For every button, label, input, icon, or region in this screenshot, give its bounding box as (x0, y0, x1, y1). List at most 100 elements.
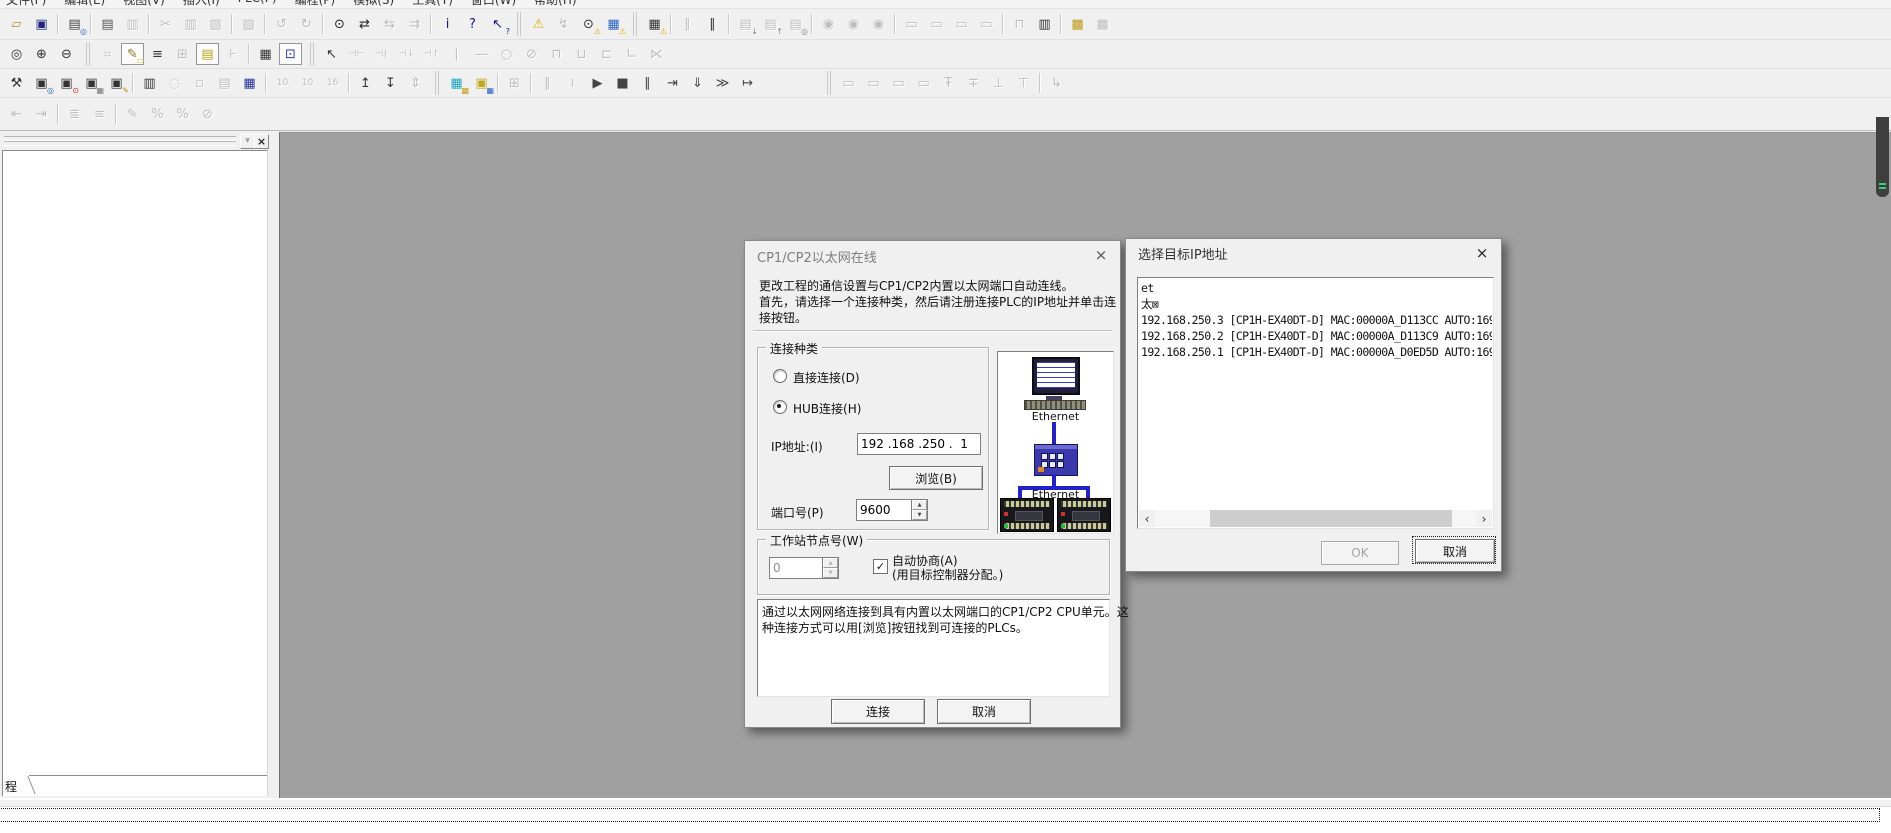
find-icon[interactable]: ⊙ (328, 13, 351, 35)
pause-icon[interactable]: ∥ (701, 13, 724, 35)
vertical-line-icon[interactable]: ∣ (445, 43, 468, 65)
menu-item[interactable]: 插入(I) (183, 0, 220, 8)
grid-style-2-icon[interactable]: ∓ (962, 72, 985, 94)
line-corner-icon[interactable]: ∟ (620, 43, 643, 65)
toggle-address-window-icon[interactable]: ▣▦ (80, 72, 103, 94)
monitor-window-3-icon[interactable]: ◉ (867, 13, 890, 35)
menu-item[interactable]: 窗口(W) (471, 0, 516, 8)
info-icon[interactable]: i (436, 13, 459, 35)
tree-view-icon[interactable]: ⊦ (221, 43, 244, 65)
coil-nc-icon[interactable]: ⊘ (520, 43, 543, 65)
style-tool-4-icon[interactable]: ⊘ (196, 103, 219, 125)
spin-up-icon[interactable]: ▲ (823, 558, 838, 568)
ip-list-entry[interactable]: 192.168.250.2 [CP1H-EX40DT-D] MAC:00000A… (1139, 328, 1492, 344)
sim-run-icon[interactable]: ▶ (586, 72, 609, 94)
auto-negotiate-checkbox[interactable]: ✓ (873, 559, 888, 574)
ladder-view-icon[interactable]: ⊡ (279, 43, 302, 65)
grid-style-1-icon[interactable]: Ŧ (937, 72, 960, 94)
menu-item[interactable]: PLC(P) (238, 0, 277, 8)
print-preview-icon[interactable]: ▥ (121, 13, 144, 35)
block-left-icon[interactable]: ⇤ (5, 103, 28, 125)
paste-icon[interactable]: ▨ (204, 13, 227, 35)
format-decimal-icon[interactable]: 10 (271, 72, 294, 94)
contact-nc-icon[interactable]: ⊣∤ (370, 43, 393, 65)
return-connector-icon[interactable]: ↳ (1045, 72, 1068, 94)
transfer-simulator-icon[interactable]: ▣▦ (470, 72, 493, 94)
grid-icon[interactable]: ⌗ (96, 43, 119, 65)
menu-item[interactable]: 帮助(H) (534, 0, 576, 8)
delete-line-icon[interactable]: ⋉ (645, 43, 668, 65)
open-file-icon[interactable]: ▱ (5, 13, 28, 35)
ip-list-entry[interactable]: 太⊠ (1139, 296, 1492, 312)
compare-with-plc-icon[interactable]: ▤◎ (784, 13, 807, 35)
rung-comment-icon[interactable]: ✎▭ (121, 43, 144, 65)
io-rack-4-icon[interactable]: ▭ (975, 13, 998, 35)
ip-list-entry[interactable]: 192.168.250.3 [CP1H-EX40DT-D] MAC:00000A… (1139, 312, 1492, 328)
save-icon[interactable]: ▣ (30, 13, 53, 35)
network-style-4-icon[interactable]: ▭ (912, 72, 935, 94)
panel-drag-handle[interactable] (4, 141, 236, 146)
force-on-icon[interactable]: ↥ (354, 72, 377, 94)
io-rack-3-icon[interactable]: ▭ (950, 13, 973, 35)
toggle-xref-window-icon[interactable]: ▣⊙ (55, 72, 78, 94)
find-next-icon[interactable]: ⇉ (403, 13, 426, 35)
coil-icon[interactable]: ○ (495, 43, 518, 65)
address-reference-icon[interactable]: ▤ (213, 72, 236, 94)
ip-list-entry[interactable]: 192.168.250.1 [CP1H-EX40DT-D] MAC:00000A… (1139, 344, 1492, 360)
menu-item[interactable]: 编辑(E) (64, 0, 105, 8)
project-tree-area[interactable] (2, 150, 268, 777)
differential-monitor-icon[interactable]: ⊞ (503, 72, 526, 94)
panel-close-button[interactable]: × (254, 134, 269, 149)
style-tool-3-icon[interactable]: % (171, 103, 194, 125)
spin-up-icon[interactable]: ▲ (912, 500, 927, 510)
contact-no-icon[interactable]: ⊣⊢ (345, 43, 368, 65)
instruction-box-icon[interactable]: ⊓ (545, 43, 568, 65)
scroll-right-button[interactable]: › (1476, 510, 1492, 527)
cancel-button[interactable]: 取消 (1415, 539, 1495, 563)
menu-item[interactable]: 视图(V) (123, 0, 165, 8)
style-tool-2-icon[interactable]: % (146, 103, 169, 125)
work-online-simulator-icon[interactable]: ▦▩ (445, 72, 468, 94)
network-style-1-icon[interactable]: ▭ (837, 72, 860, 94)
radio-direct-label[interactable]: 直接连接(D) (793, 369, 860, 386)
monitor-window-1-icon[interactable]: ◉ (817, 13, 840, 35)
contact-or-nc-icon[interactable]: ⊣↾ (420, 43, 443, 65)
mnemonic-insert-icon[interactable]: ▥ (138, 72, 161, 94)
node-number-input[interactable] (769, 557, 822, 579)
monitor-box-icon[interactable]: ⊞ (171, 43, 194, 65)
io-comment-icon[interactable]: ◌ (163, 72, 186, 94)
rung-overview-icon[interactable]: ▫ (188, 72, 211, 94)
protect-set-icon[interactable]: ▩ (1066, 13, 1089, 35)
select-mode-icon[interactable]: ↖ (320, 43, 343, 65)
copy-icon[interactable]: ▥ (179, 13, 202, 35)
zoom-fit-icon[interactable]: ◎ (5, 43, 28, 65)
monitor-window-2-icon[interactable]: ◉ (842, 13, 865, 35)
format-hex-icon[interactable]: 16 (321, 72, 344, 94)
instruction-box-nc-icon[interactable]: ⊔ (570, 43, 593, 65)
undo-icon[interactable]: ↺ (270, 13, 293, 35)
help-icon[interactable]: ? (461, 13, 484, 35)
spin-down-icon[interactable]: ▼ (912, 510, 927, 520)
grid-style-4-icon[interactable]: ⊤ (1012, 72, 1035, 94)
radio-hub-connection[interactable] (773, 400, 787, 414)
block-right-icon[interactable]: ⇥ (30, 103, 53, 125)
sim-pause-icon[interactable]: ∥ (636, 72, 659, 94)
sim-step-icon[interactable]: ⇥ (661, 72, 684, 94)
menu-item[interactable]: 编程(P) (295, 0, 336, 8)
toggle-watch-window-icon[interactable]: ▣◎ (30, 72, 53, 94)
menu-item[interactable]: 工具(T) (412, 0, 453, 8)
download-to-plc-icon[interactable]: ▤↓ (734, 13, 757, 35)
replace-icon[interactable]: ⇄ (353, 13, 376, 35)
cancel-button[interactable]: 取消 (937, 699, 1031, 724)
cycle-time-icon[interactable]: ⊓ (1008, 13, 1031, 35)
symbol-bar-icon[interactable]: ▤ (196, 43, 219, 65)
context-help-icon[interactable]: ↖? (486, 13, 509, 35)
redo-icon[interactable]: ↻ (295, 13, 318, 35)
radio-direct-connection[interactable] (773, 369, 787, 383)
list-style-2-icon[interactable]: ≡ (88, 103, 111, 125)
force-off-icon[interactable]: ↧ (379, 72, 402, 94)
sim-stop-icon[interactable]: ■ (611, 72, 634, 94)
sim-step-in-icon[interactable]: ⇓ (686, 72, 709, 94)
io-rack-1-icon[interactable]: ▭ (900, 13, 923, 35)
ip-address-listbox[interactable]: et太⊠192.168.250.3 [CP1H-EX40DT-D] MAC:00… (1137, 277, 1494, 529)
